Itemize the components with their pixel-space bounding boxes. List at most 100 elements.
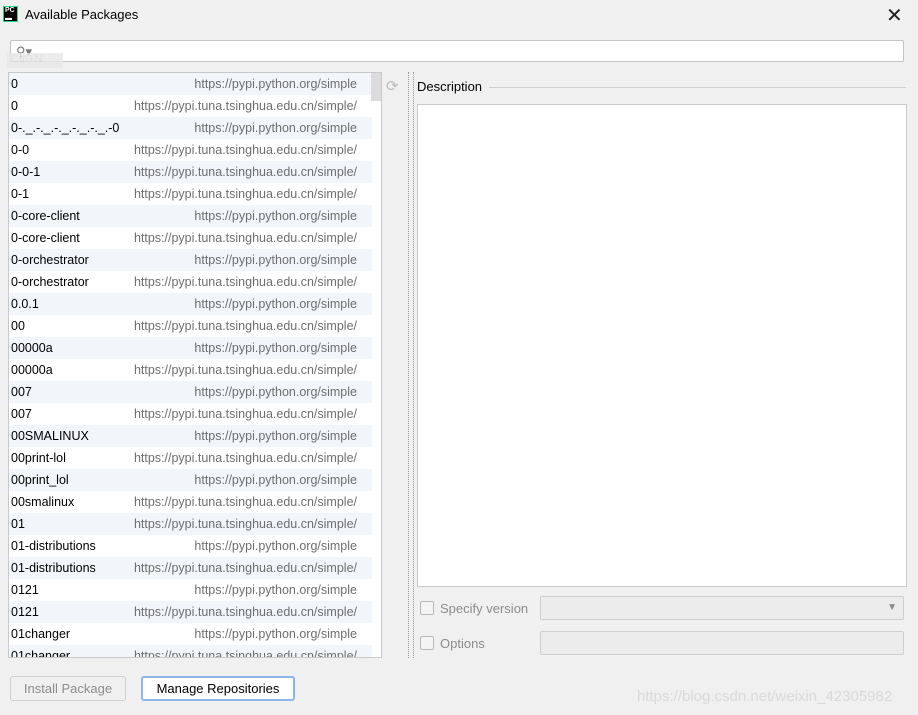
package-name: 01changer — [11, 649, 71, 658]
package-repo: https://pypi.tuna.tsinghua.edu.cn/simple… — [133, 649, 357, 658]
package-row[interactable]: 01 https://pypi.tuna.tsinghua.edu.cn/simp… — [9, 513, 372, 535]
package-name: 00print-lol — [11, 451, 66, 465]
package-name: 00SMALINUX — [11, 429, 89, 443]
package-row[interactable]: 01changer https://pypi.python.org/simple — [9, 623, 372, 645]
package-repo: https://pypi.python.org/simple — [194, 627, 357, 641]
description-panel — [417, 104, 907, 587]
package-name: 01 — [11, 517, 25, 531]
package-name: 00smalinux — [11, 495, 75, 509]
package-repo: https://pypi.tuna.tsinghua.edu.cn/simple… — [133, 143, 357, 157]
package-repo: https://pypi.python.org/simple — [194, 539, 357, 553]
package-name: 0-orchestrator — [11, 275, 89, 289]
package-row[interactable]: 00print-lol https://pypi.tuna.tsinghua.ed… — [9, 447, 372, 469]
package-row[interactable]: 0 https://pypi.python.org/simple — [9, 73, 372, 95]
package-row[interactable]: 00000a https://pypi.python.org/simple — [9, 337, 372, 359]
package-repo: https://pypi.python.org/simple — [194, 583, 357, 597]
package-name: 0-0-1 — [11, 165, 41, 179]
package-row[interactable]: 0.0.1 https://pypi.python.org/simple — [9, 293, 372, 315]
package-row[interactable]: 01-distributions https://pypi.python.org/… — [9, 535, 372, 557]
specify-version-checkbox[interactable] — [420, 601, 434, 615]
package-repo: https://pypi.python.org/simple — [194, 121, 357, 135]
package-name: 0-1 — [11, 187, 30, 201]
search-input[interactable]: ⚲▾ — [10, 40, 904, 62]
package-repo: https://pypi.python.org/simple — [194, 77, 357, 91]
specify-version-label: Specify version — [440, 601, 529, 616]
package-repo: https://pypi.tuna.tsinghua.edu.cn/simple… — [133, 517, 357, 531]
package-name: 00000a — [11, 341, 53, 355]
options-input[interactable] — [540, 631, 904, 655]
package-repo: https://pypi.tuna.tsinghua.edu.cn/simple… — [133, 275, 357, 289]
version-select[interactable]: ▼ — [540, 596, 904, 620]
splitter-handle[interactable] — [408, 72, 414, 658]
watermark: https://blog.csdn.net/weixin_42305982 — [637, 688, 893, 705]
package-repo: https://pypi.tuna.tsinghua.edu.cn/simple… — [133, 495, 357, 509]
package-list[interactable]: 0 https://pypi.python.org/simple 0 https://… — [8, 72, 382, 658]
package-name: 0-0 — [11, 143, 30, 157]
package-repo: https://pypi.python.org/simple — [194, 385, 357, 399]
package-name: 01-distributions — [11, 539, 96, 553]
package-row[interactable]: 00print_lol https://pypi.python.org/simpl… — [9, 469, 372, 491]
package-repo: https://pypi.tuna.tsinghua.edu.cn/simple… — [133, 605, 357, 619]
package-name: 0-._.-._.-._.-._.-._.-0 — [11, 121, 120, 135]
package-name: 0121 — [11, 583, 39, 597]
title-bar: PC ▬ Available Packages ✕ — [0, 0, 918, 30]
package-name: 01changer — [11, 627, 71, 641]
package-repo: https://pypi.tuna.tsinghua.edu.cn/simple… — [133, 319, 357, 333]
package-name: 0-orchestrator — [11, 253, 89, 267]
manage-repositories-button[interactable]: Manage Repositories — [141, 676, 295, 701]
package-repo: https://pypi.python.org/simple — [194, 209, 357, 223]
package-row[interactable]: 0121 https://pypi.tuna.tsinghua.edu.cn/si… — [9, 601, 372, 623]
package-name: 0121 — [11, 605, 39, 619]
package-repo: https://pypi.tuna.tsinghua.edu.cn/simple… — [133, 165, 357, 179]
shortcut-hint: Ctrl+N — [7, 53, 63, 68]
package-name: 0.0.1 — [11, 297, 39, 311]
package-row[interactable]: 00 https://pypi.tuna.tsinghua.edu.cn/simp… — [9, 315, 372, 337]
package-row[interactable]: 0 https://pypi.tuna.tsinghua.edu.cn/simpl… — [9, 95, 372, 117]
package-repo: https://pypi.python.org/simple — [194, 473, 357, 487]
package-row[interactable]: 0-0 https://pypi.tuna.tsinghua.edu.cn/sim… — [9, 139, 372, 161]
window-title: Available Packages — [25, 7, 139, 22]
package-name: 01-distributions — [11, 561, 96, 575]
package-row[interactable]: 0-orchestrator https://pypi.tuna.tsinghua… — [9, 271, 372, 293]
description-label: Description — [417, 79, 483, 94]
package-row[interactable]: 01-distributions https://pypi.tuna.tsingh… — [9, 557, 372, 579]
package-repo: https://pypi.tuna.tsinghua.edu.cn/simple… — [133, 231, 357, 245]
chevron-down-icon: ▼ — [887, 602, 897, 613]
package-row[interactable]: 0-core-client https://pypi.tuna.tsinghua.… — [9, 227, 372, 249]
package-row[interactable]: 0-._.-._.-._.-._.-._.-0 https://pypi.pyth… — [9, 117, 372, 139]
options-label: Options — [440, 636, 485, 651]
refresh-icon[interactable]: ⟳ — [386, 77, 399, 95]
package-name: 0-core-client — [11, 209, 80, 223]
divider — [489, 87, 906, 88]
package-repo: https://pypi.tuna.tsinghua.edu.cn/simple… — [133, 99, 357, 113]
package-name: 007 — [11, 385, 32, 399]
install-package-button[interactable]: Install Package — [10, 676, 126, 701]
package-row[interactable]: 007 https://pypi.python.org/simple — [9, 381, 372, 403]
package-name: 0 — [11, 99, 18, 113]
package-row[interactable]: 0-1 https://pypi.tuna.tsinghua.edu.cn/sim… — [9, 183, 372, 205]
package-name: 00000a — [11, 363, 53, 377]
package-row[interactable]: 0-0-1 https://pypi.tuna.tsinghua.edu.cn/s… — [9, 161, 372, 183]
package-repo: https://pypi.tuna.tsinghua.edu.cn/simple… — [133, 187, 357, 201]
package-name: 007 — [11, 407, 32, 421]
package-repo: https://pypi.python.org/simple — [194, 341, 357, 355]
package-repo: https://pypi.python.org/simple — [194, 297, 357, 311]
package-row[interactable]: 01changer https://pypi.tuna.tsinghua.edu.… — [9, 645, 372, 658]
package-row[interactable]: 00SMALINUX https://pypi.python.org/simple — [9, 425, 372, 447]
package-name: 00print_lol — [11, 473, 69, 487]
pycharm-logo-icon: PC ▬ — [3, 6, 18, 22]
options-checkbox[interactable] — [420, 636, 434, 650]
package-row[interactable]: 0-core-client https://pypi.python.org/sim… — [9, 205, 372, 227]
package-row[interactable]: 0-orchestrator https://pypi.python.org/si… — [9, 249, 372, 271]
scrollbar-thumb[interactable] — [371, 73, 381, 101]
package-repo: https://pypi.tuna.tsinghua.edu.cn/simple… — [133, 407, 357, 421]
close-icon[interactable]: ✕ — [886, 3, 903, 28]
package-repo: https://pypi.tuna.tsinghua.edu.cn/simple… — [133, 561, 357, 575]
package-name: 0-core-client — [11, 231, 80, 245]
package-row[interactable]: 00smalinux https://pypi.tuna.tsinghua.edu… — [9, 491, 372, 513]
package-row[interactable]: 00000a https://pypi.tuna.tsinghua.edu.cn/… — [9, 359, 372, 381]
package-repo: https://pypi.tuna.tsinghua.edu.cn/simple… — [133, 363, 357, 377]
package-repo: https://pypi.python.org/simple — [194, 429, 357, 443]
package-row[interactable]: 007 https://pypi.tuna.tsinghua.edu.cn/sim… — [9, 403, 372, 425]
package-row[interactable]: 0121 https://pypi.python.org/simple — [9, 579, 372, 601]
